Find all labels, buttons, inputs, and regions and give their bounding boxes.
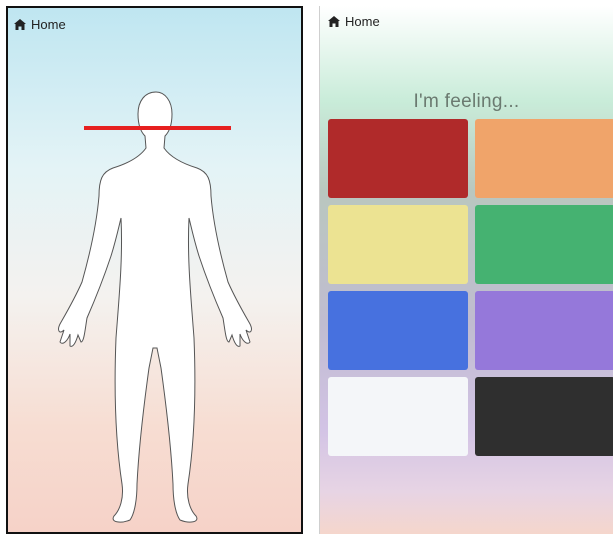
feeling-tile-purple[interactable] [475,291,613,370]
home-icon [328,16,340,27]
feeling-color-grid [328,119,613,456]
body-silhouette[interactable] [8,8,303,534]
feeling-tile-green[interactable] [475,205,613,284]
body-map-screen: Home [6,6,303,534]
feeling-screen: Home I'm feeling... [319,6,613,534]
home-icon [14,19,26,30]
home-link[interactable]: Home [328,14,380,29]
feeling-tile-red[interactable] [328,119,468,198]
body-outline[interactable] [58,91,252,523]
feeling-tile-orange[interactable] [475,119,613,198]
home-label: Home [345,14,380,29]
feeling-tile-blue[interactable] [328,291,468,370]
feeling-tile-white[interactable] [328,377,468,456]
feeling-tile-yellow[interactable] [328,205,468,284]
feeling-title: I'm feeling... [413,91,520,112]
home-label: Home [31,17,66,32]
home-link[interactable]: Home [14,17,66,32]
feeling-tile-black[interactable] [475,377,613,456]
